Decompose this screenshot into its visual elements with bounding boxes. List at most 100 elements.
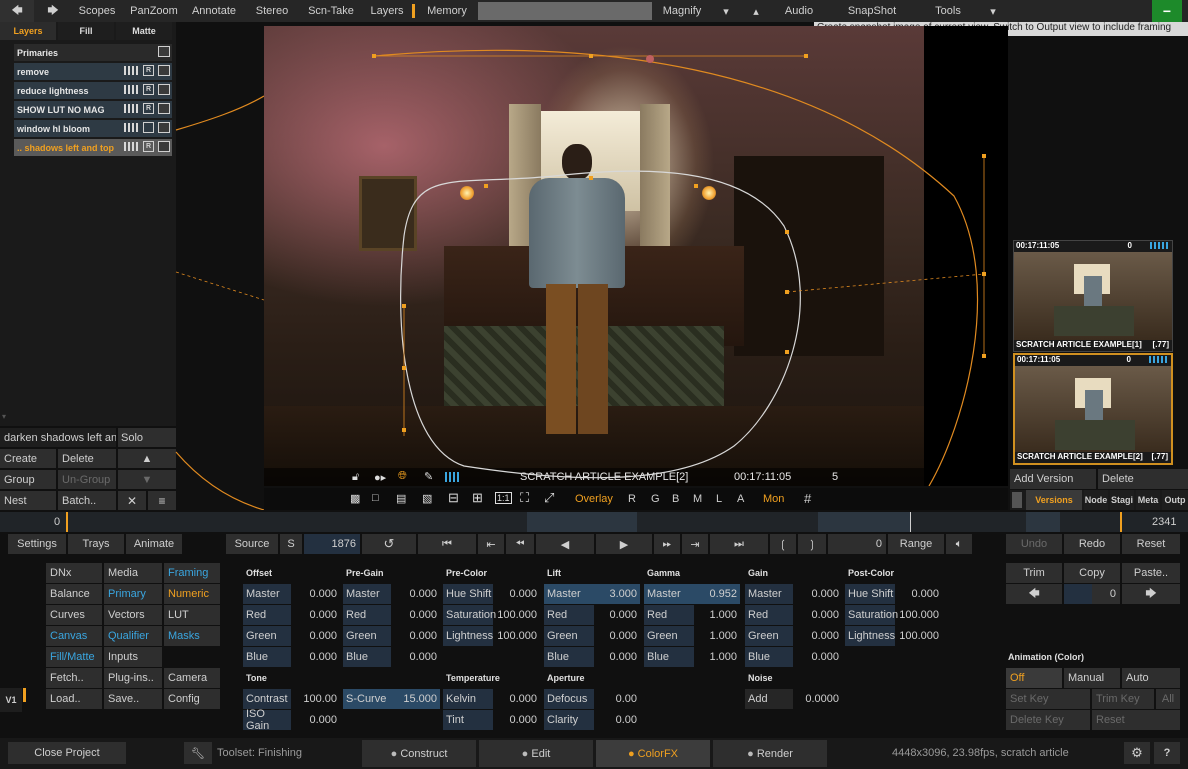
precolor-lightness-value[interactable]: 100.000 bbox=[494, 626, 540, 646]
gamma-master-value[interactable]: 0.952 bbox=[694, 584, 740, 604]
precolor-hue-value[interactable]: 0.000 bbox=[494, 584, 540, 604]
postcolor-saturation-value[interactable]: 100.000 bbox=[896, 605, 942, 625]
scopes-button[interactable]: Scopes bbox=[72, 0, 122, 22]
layers-button[interactable]: Layers bbox=[362, 0, 412, 22]
go-to-end-icon[interactable]: ⏭︎ bbox=[710, 534, 768, 554]
menu-save[interactable]: Save.. bbox=[104, 689, 162, 709]
offset-master-value[interactable]: 0.000 bbox=[292, 584, 340, 604]
channel-b-button[interactable]: B bbox=[672, 493, 679, 505]
next-edit-icon[interactable]: ⇥ bbox=[682, 534, 708, 554]
source-button[interactable]: Source bbox=[226, 534, 278, 554]
step-forward-icon[interactable]: ⏩︎ bbox=[654, 534, 680, 554]
split-icon[interactable]: ▤ bbox=[396, 492, 406, 505]
panel-handle[interactable] bbox=[1012, 492, 1022, 508]
frame-icon[interactable]: □ bbox=[372, 492, 379, 504]
gain-green-value[interactable]: 0.000 bbox=[794, 626, 842, 646]
control-point[interactable] bbox=[785, 350, 789, 354]
menu-config[interactable]: Config bbox=[164, 689, 220, 709]
step-back-icon[interactable]: ⏪︎ bbox=[506, 534, 534, 554]
control-point[interactable] bbox=[694, 184, 698, 188]
offset-blue-value[interactable]: 0.000 bbox=[292, 647, 340, 667]
offset-red-value[interactable]: 0.000 bbox=[292, 605, 340, 625]
back-arrow-icon[interactable]: 🡄 bbox=[0, 0, 34, 22]
scn-take-button[interactable]: Scn-Take bbox=[302, 0, 360, 22]
lift-master-value[interactable]: 3.000 bbox=[594, 584, 640, 604]
fullscreen-icon[interactable]: ⛶ bbox=[520, 490, 529, 506]
memory-slot[interactable] bbox=[478, 2, 652, 20]
gamma-blue-value[interactable]: 1.000 bbox=[694, 647, 740, 667]
mask-shape-outer[interactable] bbox=[373, 49, 979, 486]
control-point[interactable] bbox=[402, 428, 406, 432]
minimize-button[interactable]: − bbox=[1152, 0, 1182, 22]
control-point[interactable] bbox=[484, 184, 488, 188]
control-point[interactable] bbox=[785, 290, 789, 294]
menu-canvas[interactable]: Canvas bbox=[46, 626, 102, 646]
channel-m-button[interactable]: M bbox=[693, 493, 702, 505]
prev-edit-icon[interactable]: ⇤ bbox=[478, 534, 504, 554]
control-point[interactable] bbox=[646, 55, 654, 63]
wipe-icon[interactable]: ▧ bbox=[422, 492, 432, 505]
go-to-start-icon[interactable]: ⏮︎ bbox=[418, 534, 476, 554]
annotate-button[interactable]: Annotate bbox=[186, 0, 242, 22]
menu-primary[interactable]: Primary bbox=[104, 584, 162, 604]
control-point[interactable] bbox=[804, 54, 808, 58]
gamma-red-value[interactable]: 1.000 bbox=[694, 605, 740, 625]
forward-arrow-icon[interactable]: 🡆 bbox=[36, 0, 70, 22]
copy-value[interactable]: 0 bbox=[1092, 584, 1120, 604]
timeline[interactable]: 0 2341 bbox=[0, 512, 1188, 532]
postcolor-lightness-value[interactable]: 100.000 bbox=[896, 626, 942, 646]
mask-shape-inner[interactable] bbox=[400, 170, 801, 479]
menu-fetch[interactable]: Fetch.. bbox=[46, 668, 102, 688]
pregain-blue-value[interactable]: 0.000 bbox=[392, 647, 440, 667]
delete-key-button[interactable]: Delete Key bbox=[1006, 710, 1090, 730]
shape-overlay[interactable] bbox=[264, 26, 1008, 486]
gain-red-value[interactable]: 0.000 bbox=[794, 605, 842, 625]
version-thumbnail-selected[interactable]: 00:17:11:05 0 SCRATCH ARTICLE EXAMPLE[2][… bbox=[1013, 353, 1173, 465]
menu-qualifier[interactable]: Qualifier bbox=[104, 626, 162, 646]
undo-button[interactable]: Undo bbox=[1006, 534, 1062, 554]
offset-green-value[interactable]: 0.000 bbox=[292, 626, 340, 646]
play-icon[interactable]: ▶ bbox=[596, 534, 652, 554]
out-marker[interactable] bbox=[1120, 512, 1122, 532]
contrast-value[interactable]: 100.00 bbox=[292, 689, 340, 709]
trim-button[interactable]: Trim bbox=[1006, 563, 1062, 583]
timeline-clip[interactable] bbox=[1026, 512, 1060, 532]
speaker-icon[interactable]: 🔈︎ bbox=[946, 534, 972, 554]
redo-button[interactable]: Redo bbox=[1064, 534, 1120, 554]
tools-button[interactable]: Tools bbox=[918, 0, 978, 22]
range-button[interactable]: Range bbox=[888, 534, 944, 554]
zoom-in-icon[interactable]: ⊞ bbox=[472, 490, 483, 506]
control-point[interactable] bbox=[402, 304, 406, 308]
mark-out-icon[interactable]: ❳ bbox=[798, 534, 826, 554]
magnify-button[interactable]: Magnify bbox=[654, 0, 710, 22]
copy-button[interactable]: Copy bbox=[1064, 563, 1120, 583]
chevron-up-icon[interactable]: ▴ bbox=[742, 0, 770, 22]
animation-off-button[interactable]: Off bbox=[1006, 668, 1062, 688]
tab-versions[interactable]: Versions bbox=[1026, 490, 1082, 510]
zoom-out-icon[interactable]: ⊟ bbox=[448, 490, 459, 506]
control-point[interactable] bbox=[402, 366, 406, 370]
copy-slot[interactable] bbox=[1064, 584, 1092, 604]
one-to-one-button[interactable]: 1:1 bbox=[495, 492, 512, 504]
noise-add-value[interactable]: 0.0000 bbox=[794, 689, 842, 709]
mon-button[interactable]: Mon bbox=[763, 493, 784, 505]
gain-blue-value[interactable]: 0.000 bbox=[794, 647, 842, 667]
tab-construct[interactable]: ● Construct bbox=[362, 740, 476, 767]
control-point[interactable] bbox=[982, 154, 986, 158]
animate-button[interactable]: Animate bbox=[126, 534, 182, 554]
animation-auto-button[interactable]: Auto bbox=[1122, 668, 1180, 688]
menu-camera[interactable]: Camera bbox=[164, 668, 220, 688]
lift-red-value[interactable]: 0.000 bbox=[594, 605, 640, 625]
menu-dnx[interactable]: DNx bbox=[46, 563, 102, 583]
control-point[interactable] bbox=[982, 272, 986, 276]
chevron-down-icon[interactable]: ▾ bbox=[712, 0, 740, 22]
menu-curves[interactable]: Curves bbox=[46, 605, 102, 625]
control-point[interactable] bbox=[372, 54, 376, 58]
version-thumbnail[interactable]: 00:17:11:05 0 SCRATCH ARTICLE EXAMPLE[1][… bbox=[1013, 240, 1173, 352]
iso-gain-value[interactable]: 0.000 bbox=[292, 710, 340, 730]
menu-media[interactable]: Media bbox=[104, 563, 162, 583]
scurve-value[interactable]: 15.000 bbox=[399, 689, 440, 709]
animation-manual-button[interactable]: Manual bbox=[1064, 668, 1120, 688]
precolor-saturation-value[interactable]: 100.000 bbox=[494, 605, 540, 625]
range-value-field[interactable]: 0 bbox=[828, 534, 886, 554]
